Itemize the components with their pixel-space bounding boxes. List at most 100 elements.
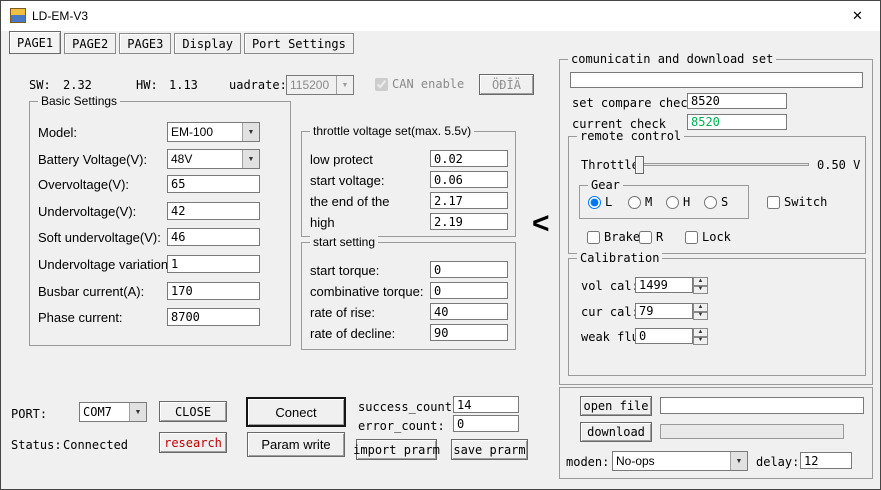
brake-checkbox[interactable]: Brake	[587, 230, 640, 244]
delay-field[interactable]	[800, 452, 852, 469]
file-path-field[interactable]	[660, 397, 864, 414]
cur-cal-label: cur cal:	[581, 305, 639, 319]
close-port-button[interactable]: CLOSE	[159, 401, 227, 422]
throttle-value: 0.50 V	[817, 158, 860, 172]
gear-radio-s-input[interactable]	[704, 196, 717, 209]
gear-radio-m[interactable]: M	[628, 195, 652, 209]
battery-voltage-combo[interactable]: 48V ▼	[167, 149, 260, 169]
high-voltage-label: high	[310, 215, 335, 230]
gear-radio-s-label: S	[721, 195, 728, 209]
success-count-field[interactable]	[453, 396, 519, 413]
spin-up-icon[interactable]: ▲	[693, 277, 708, 286]
spin-up-icon[interactable]: ▲	[693, 328, 708, 337]
gear-radio-h-input[interactable]	[666, 196, 679, 209]
save-param-button[interactable]: save prarm	[451, 439, 528, 460]
error-count-field[interactable]	[453, 415, 519, 432]
phase-current-field[interactable]	[167, 308, 260, 326]
high-voltage-field[interactable]	[430, 213, 508, 230]
undervoltage-variation-label: Undervoltage variation:	[38, 257, 172, 272]
lock-checkbox[interactable]: Lock	[685, 230, 731, 244]
tab-page1[interactable]: PAGE1	[9, 31, 61, 54]
gear-radio-h-label: H	[683, 195, 690, 209]
start-voltage-field[interactable]	[430, 171, 508, 188]
gear-radio-s[interactable]: S	[704, 195, 728, 209]
spin-up-icon[interactable]: ▲	[693, 303, 708, 312]
r-checkbox-input[interactable]	[639, 231, 652, 244]
switch-checkbox[interactable]: Switch	[767, 195, 827, 209]
app-icon	[10, 8, 26, 23]
throttle-slider-thumb[interactable]	[635, 156, 644, 174]
low-protect-field[interactable]	[430, 150, 508, 167]
lock-checkbox-input[interactable]	[685, 231, 698, 244]
gear-radio-m-input[interactable]	[628, 196, 641, 209]
moden-combo[interactable]: No-ops ▼	[612, 451, 748, 471]
rate-of-rise-field[interactable]	[430, 303, 508, 320]
comm-top-field[interactable]	[570, 72, 863, 88]
baudrate-label: uadrate:	[229, 78, 287, 92]
end-voltage-label: the end of the	[310, 194, 390, 209]
download-button[interactable]: download	[580, 422, 652, 442]
spin-down-icon[interactable]: ▼	[693, 286, 708, 295]
weak-flux-field[interactable]	[635, 328, 693, 344]
vol-cal-label: vol cal:	[581, 279, 639, 293]
baudrate-combo: 115200 ▼	[286, 75, 354, 95]
basic-settings-title: Basic Settings	[38, 94, 120, 108]
collapse-arrow[interactable]: <	[532, 207, 550, 241]
comm-download-title: comunicatin and download set	[568, 52, 776, 66]
model-combo-value: EM-100	[168, 123, 242, 141]
param-write-button[interactable]: Param write	[247, 432, 345, 457]
moden-label: moden:	[566, 455, 609, 469]
battery-voltage-combo-value: 48V	[168, 150, 242, 168]
chevron-down-icon: ▼	[730, 452, 747, 470]
start-torque-field[interactable]	[430, 261, 508, 278]
spin-down-icon[interactable]: ▼	[693, 337, 708, 346]
gear-radio-h[interactable]: H	[666, 195, 690, 209]
soft-undervoltage-field[interactable]	[167, 228, 260, 246]
switch-checkbox-input[interactable]	[767, 196, 780, 209]
cur-cal-field[interactable]	[635, 303, 693, 319]
low-protect-label: low protect	[310, 152, 373, 167]
window-title: LD-EM-V3	[32, 9, 88, 23]
language-button: ÖĐÎÄ	[479, 74, 534, 95]
research-button[interactable]: research	[159, 432, 227, 453]
r-checkbox[interactable]: R	[639, 230, 663, 244]
overvoltage-field[interactable]	[167, 175, 260, 193]
gear-radio-l[interactable]: L	[588, 195, 612, 209]
throttle-slider-track[interactable]	[635, 163, 809, 166]
tab-page2[interactable]: PAGE2	[64, 33, 116, 54]
vol-cal-spinner[interactable]: ▲ ▼	[693, 277, 708, 294]
combinative-torque-field[interactable]	[430, 282, 508, 299]
spin-down-icon[interactable]: ▼	[693, 312, 708, 321]
start-setting-group: start setting start torque: combinative …	[301, 242, 516, 350]
busbar-current-field[interactable]	[167, 282, 260, 300]
current-check-field[interactable]	[687, 114, 787, 130]
tab-page3[interactable]: PAGE3	[119, 33, 171, 54]
undervoltage-field[interactable]	[167, 202, 260, 220]
tab-display[interactable]: Display	[174, 33, 241, 54]
cur-cal-spinner[interactable]: ▲ ▼	[693, 303, 708, 320]
busbar-current-label: Busbar current(A):	[38, 284, 144, 299]
open-file-button[interactable]: open file	[580, 396, 652, 416]
model-combo[interactable]: EM-100 ▼	[167, 122, 260, 142]
port-combo[interactable]: COM7 ▼	[79, 402, 147, 422]
throttle-voltage-title: throttle voltage set(max. 5.5v)	[310, 124, 474, 138]
tab-port-settings[interactable]: Port Settings	[244, 33, 354, 54]
combinative-torque-label: combinative torque:	[310, 284, 423, 299]
calibration-group: Calibration vol cal: ▲ ▼ cur cal: ▲ ▼ we…	[568, 258, 866, 376]
rate-of-decline-field[interactable]	[430, 324, 508, 341]
gear-radio-l-input[interactable]	[588, 196, 601, 209]
file-download-group: open file download moden: No-ops ▼ delay…	[559, 387, 873, 479]
undervoltage-variation-field[interactable]	[167, 255, 260, 273]
import-param-button[interactable]: import prarm	[356, 439, 437, 460]
gear-group-title: Gear	[588, 178, 623, 192]
close-icon[interactable]: ✕	[835, 1, 880, 31]
status-value: Connected	[63, 438, 128, 452]
end-voltage-field[interactable]	[430, 192, 508, 209]
brake-checkbox-input[interactable]	[587, 231, 600, 244]
can-enable-label: CAN enable	[392, 77, 464, 91]
connect-button[interactable]: Conect	[247, 398, 345, 426]
weak-flux-spinner[interactable]: ▲ ▼	[693, 328, 708, 345]
set-compare-check-field[interactable]	[687, 93, 787, 109]
soft-undervoltage-label: Soft undervoltage(V):	[38, 230, 161, 245]
vol-cal-field[interactable]	[635, 277, 693, 293]
